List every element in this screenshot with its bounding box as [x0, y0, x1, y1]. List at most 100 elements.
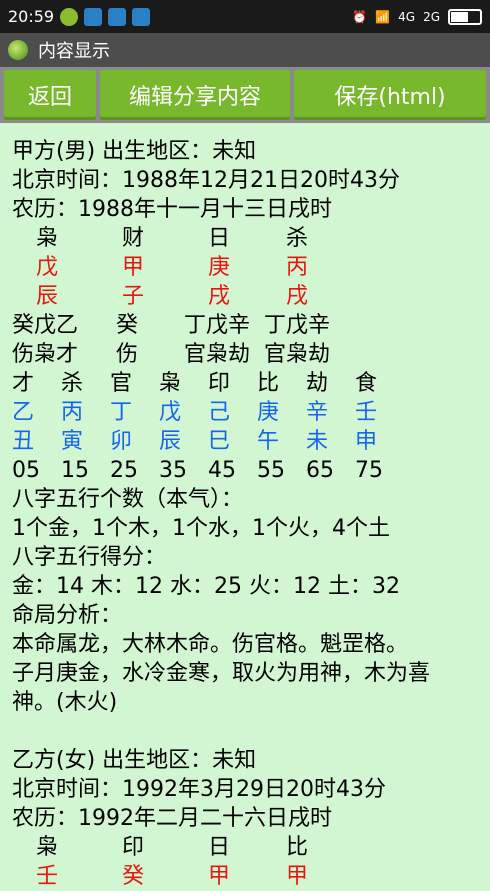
- luck-age-cell: 65: [306, 458, 334, 483]
- stem-cell: 丙: [286, 255, 309, 280]
- ten-god-cell: 印: [122, 835, 145, 860]
- person2-beijing-time: 北京时间：1992年3月29日20时43分: [12, 777, 386, 802]
- wuxing-count-value: 1个金，1个木，1个水，1个火，4个土: [12, 516, 390, 541]
- ten-god-cell: 杀: [286, 226, 309, 251]
- ten-god-cell: 日: [208, 835, 231, 860]
- branch-cell: 辰: [36, 284, 59, 309]
- analysis-line-2: 子月庚金，水冷金寒，取火为用神，木为喜: [12, 661, 431, 686]
- luck-god-cell: 才: [12, 371, 35, 396]
- luck-age-cell: 35: [159, 458, 187, 483]
- person1-header: 甲方(男) 出生地区：未知: [12, 139, 257, 164]
- luck-god-cell: 劫: [306, 371, 329, 396]
- stem-cell: 戊: [36, 255, 59, 280]
- person2-stems: 壬 癸 甲 甲: [12, 862, 478, 891]
- save-html-button[interactable]: 保存(html): [294, 70, 486, 120]
- luck-stem-cell: 乙: [12, 400, 35, 425]
- notification-shield-icon: [132, 7, 151, 26]
- person1-hidden-stems: 癸戊乙 癸 丁戊辛 丁戊辛: [12, 311, 478, 340]
- hidden-stem-cell: 丁戊辛: [184, 313, 251, 338]
- luck-god-cell: 官: [110, 371, 133, 396]
- analysis-title: 命局分析：: [12, 603, 123, 628]
- luck-age-cell: 55: [257, 458, 285, 483]
- luck-stem-cell: 丁: [110, 400, 133, 425]
- stem-cell: 甲: [208, 864, 231, 889]
- hidden-god-cell: 伤枭才: [12, 342, 79, 367]
- luck-ages-row: 05 15 25 35 45 55 65 75: [12, 456, 478, 485]
- battery-icon: [448, 8, 482, 25]
- ten-god-cell: 比: [286, 835, 309, 860]
- status-time: 20:59: [8, 7, 55, 26]
- luck-stem-cell: 庚: [257, 400, 280, 425]
- person2-header: 乙方(女) 出生地区：未知: [12, 748, 257, 773]
- person1-beijing-time: 北京时间：1988年12月21日20时43分: [12, 168, 400, 193]
- ten-god-cell: 枭: [36, 226, 59, 251]
- luck-stems-row: 乙 丙 丁 戊 己 庚 辛 壬: [12, 398, 478, 427]
- ten-god-cell: 日: [208, 226, 231, 251]
- luck-stem-cell: 己: [208, 400, 231, 425]
- notification-link-icon: [108, 7, 127, 26]
- toolbar: 返回 编辑分享内容 保存(html): [0, 67, 490, 123]
- wifi-icon: 📶: [375, 9, 391, 24]
- stem-cell: 庚: [208, 255, 231, 280]
- stem-cell: 甲: [122, 255, 145, 280]
- person1-lunar: 农历：1988年十一月十三日戌时: [12, 197, 332, 222]
- ten-god-cell: 财: [122, 226, 145, 251]
- content-area: 甲方(男) 出生地区：未知 北京时间：1988年12月21日20时43分 农历：…: [0, 123, 490, 891]
- luck-age-cell: 75: [355, 458, 383, 483]
- hidden-stem-cell: 癸戊乙: [12, 313, 79, 338]
- luck-branch-cell: 申: [355, 429, 378, 454]
- notification-app-icon: [60, 7, 79, 26]
- hidden-stem-cell: 丁戊辛: [264, 313, 331, 338]
- app-logo-icon: [8, 40, 28, 60]
- stem-cell: 壬: [36, 864, 59, 889]
- luck-branches-row: 丑 寅 卯 辰 巳 午 未 申: [12, 427, 478, 456]
- luck-stem-cell: 壬: [355, 400, 378, 425]
- person1-stems: 戊 甲 庚 丙: [12, 253, 478, 282]
- person2-ten-gods: 枭 印 日 比: [12, 833, 478, 862]
- luck-god-cell: 印: [208, 371, 231, 396]
- luck-age-cell: 05: [12, 458, 40, 483]
- luck-stem-cell: 丙: [61, 400, 84, 425]
- luck-stem-cell: 辛: [306, 400, 329, 425]
- person1-ten-gods: 枭 财 日 杀: [12, 224, 478, 253]
- wuxing-score-value: 金：14 木：12 水：25 火：12 土：32: [12, 574, 400, 599]
- hidden-god-cell: 官枭劫: [184, 342, 251, 367]
- luck-gods-row: 才 杀 官 枭 印 比 劫 食: [12, 369, 478, 398]
- edit-share-button[interactable]: 编辑分享内容: [100, 70, 290, 120]
- status-bar: 20:59 ⏰ 📶 4G 2G: [0, 0, 490, 33]
- luck-branch-cell: 未: [306, 429, 329, 454]
- back-button[interactable]: 返回: [4, 70, 96, 120]
- stem-cell: 癸: [122, 864, 145, 889]
- hidden-god-cell: 官枭劫: [264, 342, 331, 367]
- network-label-2g: 2G: [423, 9, 440, 24]
- alarm-icon: ⏰: [352, 9, 368, 24]
- luck-age-cell: 15: [61, 458, 89, 483]
- wuxing-count-title: 八字五行个数（本气）：: [12, 487, 244, 512]
- status-left: 20:59: [8, 7, 151, 26]
- ten-god-cell: 枭: [36, 835, 59, 860]
- branch-cell: 戌: [208, 284, 231, 309]
- luck-branch-cell: 辰: [159, 429, 182, 454]
- luck-branch-cell: 巳: [208, 429, 231, 454]
- wuxing-score-title: 八字五行得分：: [12, 545, 167, 570]
- luck-god-cell: 比: [257, 371, 280, 396]
- luck-age-cell: 25: [110, 458, 138, 483]
- title-bar: 内容显示: [0, 33, 490, 67]
- network-label: 4G: [398, 9, 416, 24]
- analysis-line-1: 本命属龙，大林木命。伤官格。魁罡格。: [12, 632, 409, 657]
- stem-cell: 甲: [286, 864, 309, 889]
- person1-hidden-gods: 伤枭才 伤 官枭劫 官枭劫: [12, 340, 478, 369]
- luck-branch-cell: 卯: [110, 429, 133, 454]
- notification-screen-icon: [84, 7, 103, 26]
- branch-cell: 戌: [286, 284, 309, 309]
- hidden-god-cell: 伤: [116, 342, 139, 367]
- person2-lunar: 农历：1992年二月二十六日戌时: [12, 806, 332, 831]
- page-title: 内容显示: [38, 41, 110, 62]
- luck-god-cell: 杀: [61, 371, 84, 396]
- analysis-line-3: 神。(木火): [12, 690, 118, 715]
- status-right: ⏰ 📶 4G 2G: [352, 8, 482, 25]
- luck-branch-cell: 寅: [61, 429, 84, 454]
- luck-stem-cell: 戊: [159, 400, 182, 425]
- luck-branch-cell: 午: [257, 429, 280, 454]
